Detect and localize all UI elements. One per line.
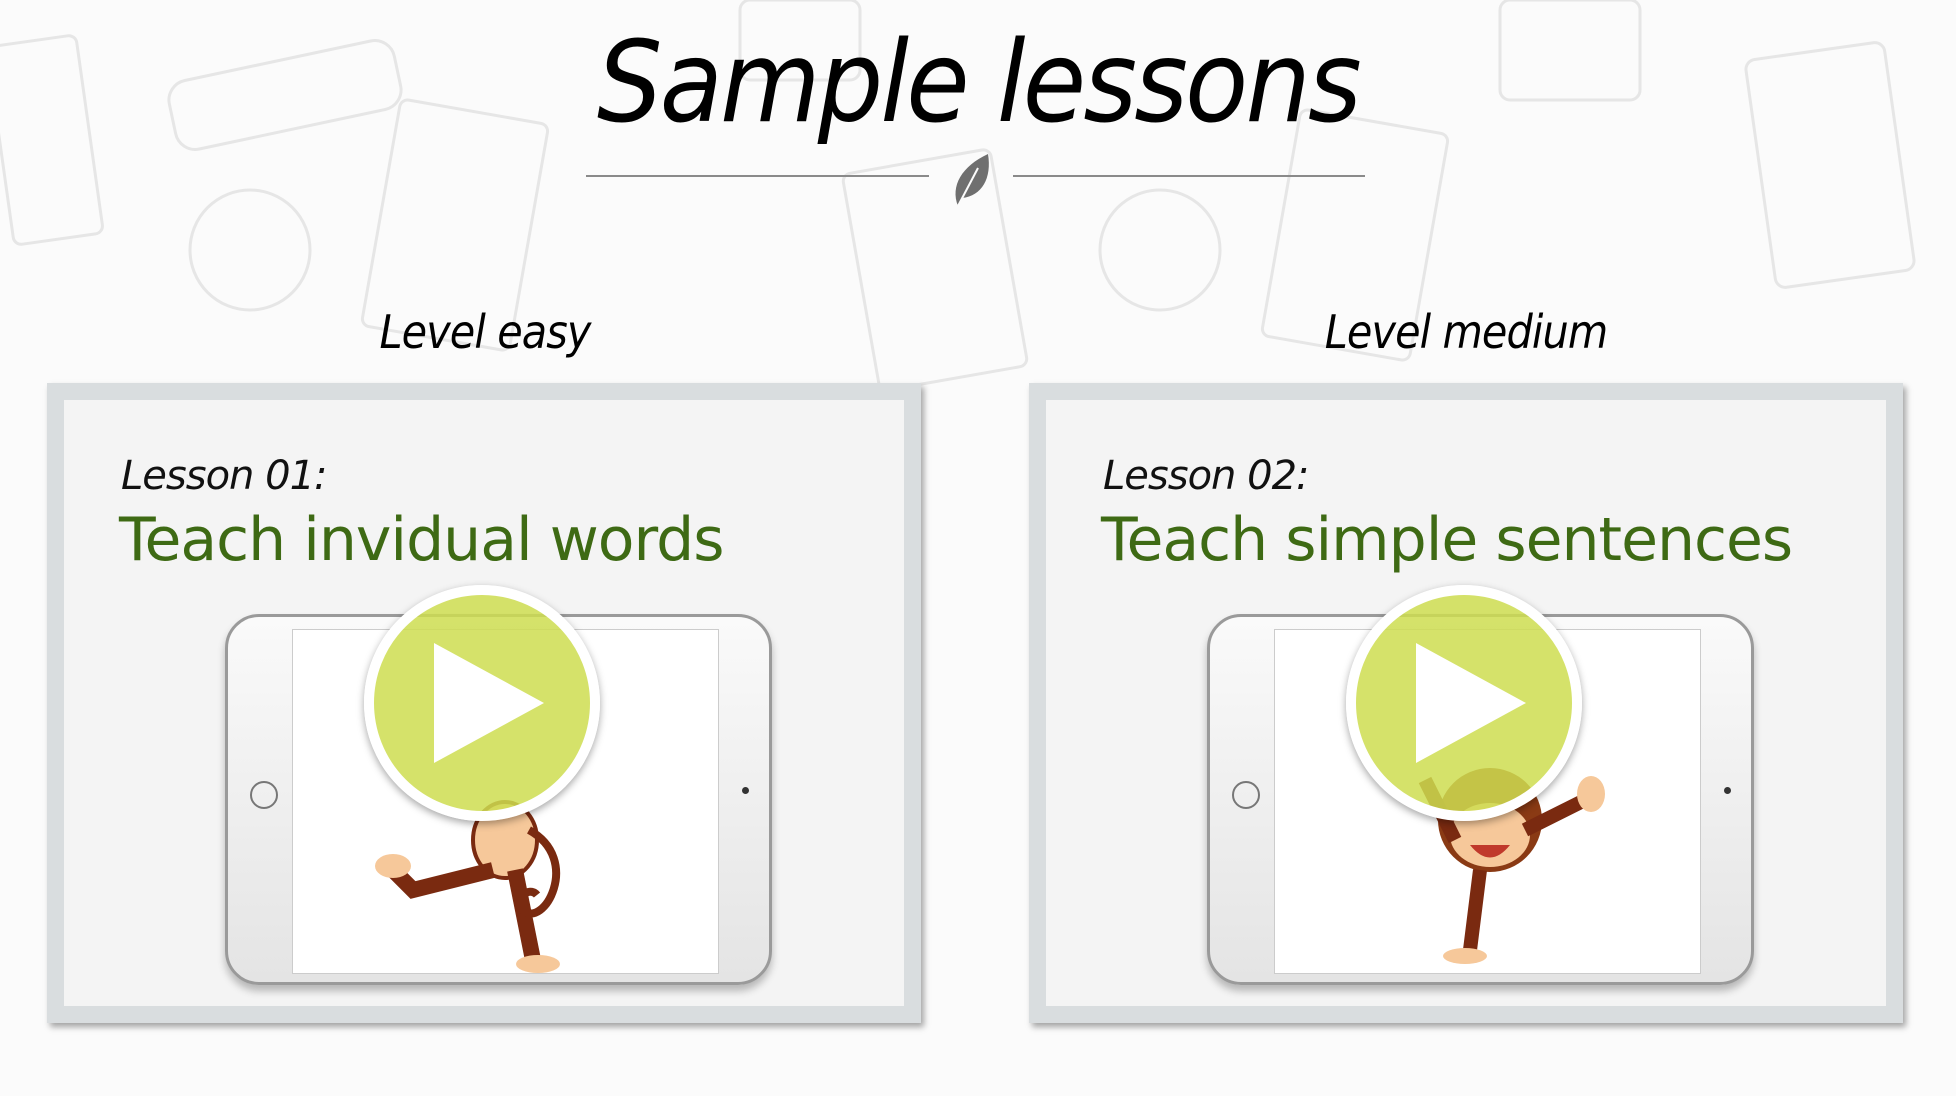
lesson-number: Lesson 02: bbox=[1103, 453, 1309, 499]
lesson-number: Lesson 01: bbox=[121, 453, 327, 499]
divider-line-left bbox=[586, 175, 929, 177]
home-button-icon bbox=[250, 781, 278, 809]
play-icon bbox=[1416, 643, 1526, 763]
lesson-card-02[interactable]: Lesson 02: Teach simple sentences bbox=[1029, 383, 1903, 1023]
play-button[interactable] bbox=[364, 585, 600, 821]
lesson-title: Teach invidual words bbox=[119, 505, 724, 575]
camera-icon bbox=[742, 787, 749, 794]
play-button[interactable] bbox=[1346, 585, 1582, 821]
play-icon bbox=[434, 643, 544, 763]
level-medium-label: Level medium bbox=[1324, 305, 1608, 359]
divider-line-right bbox=[1013, 175, 1365, 177]
level-easy-label: Level easy bbox=[379, 305, 591, 359]
camera-icon bbox=[1724, 787, 1731, 794]
home-button-icon bbox=[1232, 781, 1260, 809]
lesson-card-01[interactable]: Lesson 01: Teach invidual words bbox=[47, 383, 921, 1023]
leaf-icon bbox=[955, 154, 989, 207]
lesson-title: Teach simple sentences bbox=[1101, 505, 1793, 575]
page-title: Sample lessons bbox=[597, 18, 1362, 148]
